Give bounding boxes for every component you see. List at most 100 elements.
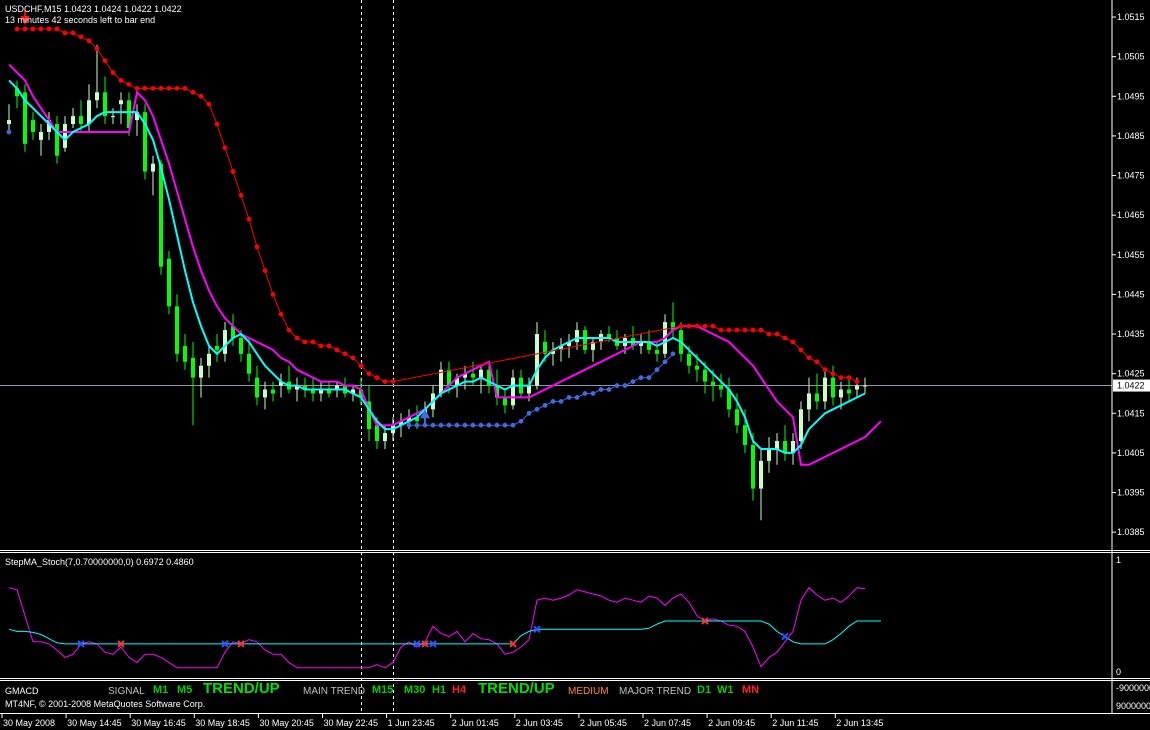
sar-red-dot: [334, 347, 340, 353]
indicator-y-top: 1: [1116, 555, 1121, 565]
price-tick-label: 1.0515: [1117, 12, 1145, 22]
sar-blue-dot: [494, 422, 500, 428]
sar-red-dot: [302, 339, 308, 345]
sar-blue-dot: [438, 422, 444, 428]
sar-red-dot: [806, 355, 812, 361]
main-tf-h4: H4: [452, 684, 467, 696]
sar-blue-dot: [614, 383, 620, 388]
candle-body: [575, 330, 579, 342]
candle-body: [799, 409, 803, 442]
candle-body: [215, 345, 219, 350]
main-trend-label: MAIN TREND: [303, 686, 366, 697]
bar-timer: 13 minutes 42 seconds left to bar end: [5, 15, 155, 25]
candle-body: [271, 389, 275, 394]
candle-body: [759, 460, 763, 489]
sar-red-dot: [254, 244, 260, 250]
sar-blue-dot: [582, 391, 588, 396]
sar-red-dot: [150, 85, 156, 91]
main-price-chart[interactable]: [0, 0, 1112, 714]
sar-red-dot: [246, 216, 252, 222]
sar-red-dot: [294, 335, 300, 341]
time-tick-label: 30 May 2008: [3, 718, 55, 728]
candle-body: [863, 385, 867, 387]
sar-blue-dot: [478, 422, 484, 428]
sar-red-dot: [846, 375, 852, 381]
gmacd-y-top: -9000000: [1116, 683, 1150, 693]
candle-body: [151, 163, 155, 172]
candle-body: [535, 334, 539, 386]
time-tick-label: 30 May 20:45: [259, 718, 314, 728]
sar-blue-dot: [414, 422, 420, 428]
sar-red-dot: [190, 89, 196, 95]
symbol-info: USDCHF,M15 1.0423 1.0424 1.0422 1.0422: [5, 4, 182, 14]
candle-body: [479, 369, 483, 378]
price-tick-label: 1.0495: [1117, 91, 1145, 101]
sar-red-dot: [86, 38, 92, 44]
candle-body: [511, 377, 515, 406]
candle-body: [775, 441, 779, 449]
stoch-magenta-line: [8, 586, 866, 669]
candle-body: [471, 373, 475, 378]
candle-body: [807, 393, 811, 410]
sar-red-dot: [166, 85, 172, 91]
sar-red-dot: [358, 363, 364, 369]
sar-blue-dot: [534, 406, 540, 412]
candle-body: [207, 353, 211, 366]
sar-red-dot: [62, 30, 68, 36]
sar-red-dot: [46, 26, 52, 32]
candle-body: [183, 345, 187, 362]
candle-body: [719, 385, 723, 390]
major-tf-d1: D1: [697, 684, 712, 696]
sar-red-dot: [142, 85, 148, 91]
sar-red-dot: [30, 26, 36, 32]
sar-blue-dot: [470, 422, 476, 428]
sar-blue-dot: [598, 387, 604, 392]
gmacd-y-bottom: 9000000: [1116, 701, 1150, 711]
sar-red-dot: [750, 327, 756, 333]
sar-red-dot: [718, 327, 724, 333]
current-price-label: 1.0422: [1117, 381, 1145, 391]
sar-red-dot: [710, 323, 716, 329]
sar-red-trail: [17, 28, 858, 383]
candle-body: [111, 116, 115, 118]
sar-blue-dot: [406, 422, 412, 428]
main-trend-state: TREND/UP: [478, 680, 555, 697]
sar-blue-dot: [670, 351, 676, 357]
main-tf-h1: H1: [432, 684, 447, 696]
sar-red-dot: [78, 34, 84, 40]
sar-red-dot: [94, 46, 100, 52]
sar-red-dot: [70, 30, 76, 36]
time-axis: 30 May 2008 30 May 14:45 30 May 16:45 30 Ma…: [1, 714, 883, 728]
sar-blue-dot: [430, 422, 436, 428]
candle-body: [831, 377, 835, 398]
chart-canvas[interactable]: 1.0515 1.0505 1.0495 1.0485 1.0475 1.0465 1.04…: [0, 0, 1150, 730]
candle-body: [247, 353, 251, 374]
indicator-label: StepMA_Stoch(7,0.70000000,0) 0.6972 0.48…: [5, 557, 194, 567]
sar-red-dot: [702, 323, 708, 329]
sar-red-dot: [382, 379, 388, 384]
price-tick-label: 1.0405: [1117, 448, 1145, 458]
sar-red-dot: [734, 327, 740, 333]
sar-red-dot: [22, 26, 28, 32]
time-tick-label: 30 May 14:45: [67, 718, 122, 728]
sar-red-dot: [342, 351, 348, 357]
candle-body: [87, 100, 91, 125]
time-tick-label: 2 Jun 09:45: [708, 718, 755, 728]
candle-body: [383, 433, 387, 442]
sar-red-dot: [774, 331, 780, 337]
gmacd-trend-panel: SIGNAL M1 M5 TREND/UP MAIN TREND M15 M30…: [0, 680, 1112, 698]
sar-red-dot: [198, 93, 204, 99]
sar-red-dot: [798, 347, 804, 353]
sar-red-dot: [758, 327, 764, 333]
sar-red-dot: [182, 85, 188, 91]
sar-red-dot: [838, 375, 844, 381]
stepma-stoch-indicator[interactable]: [8, 586, 881, 669]
price-tick-label: 1.0485: [1117, 131, 1145, 141]
sar-red-dot: [102, 58, 108, 64]
sar-red-dot: [54, 26, 60, 32]
indicator-y-bottom: 0: [1116, 667, 1121, 677]
price-tick-label: 1.0505: [1117, 52, 1145, 62]
candle-body: [695, 365, 699, 370]
candle-body: [63, 124, 67, 148]
signal-label: SIGNAL: [108, 686, 145, 697]
